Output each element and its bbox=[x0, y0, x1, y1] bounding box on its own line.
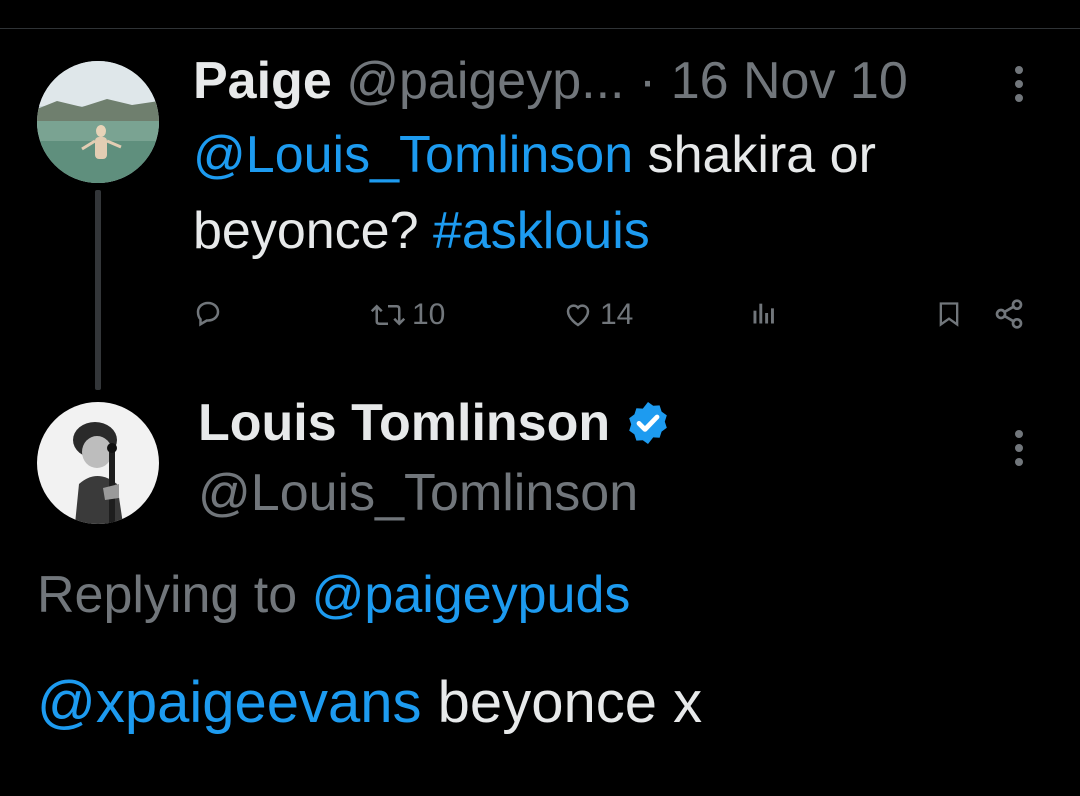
paige-avatar[interactable] bbox=[37, 61, 159, 183]
retweet-button[interactable]: 10 bbox=[370, 298, 445, 332]
mention-link[interactable]: @Louis_Tomlinson bbox=[193, 126, 633, 184]
display-name[interactable]: Louis Tomlinson bbox=[198, 392, 610, 454]
like-count: 14 bbox=[600, 298, 634, 331]
thread-connector-line bbox=[95, 190, 101, 390]
more-options-icon[interactable] bbox=[1013, 66, 1025, 102]
views-icon bbox=[753, 303, 774, 324]
verified-badge-icon bbox=[629, 402, 667, 444]
share-button[interactable] bbox=[993, 298, 1025, 330]
more-options-icon[interactable] bbox=[1013, 430, 1025, 466]
tweet-header: Paige @paigeyp... · 16 Nov 10 bbox=[193, 50, 908, 112]
reply-author-row: Louis Tomlinson bbox=[198, 392, 672, 454]
bookmark-button[interactable] bbox=[935, 298, 963, 330]
tweet-text-line2: beyonce? #asklouis bbox=[193, 200, 650, 262]
tweet-text-line1: @Louis_Tomlinson shakira or bbox=[193, 124, 876, 186]
reply-button[interactable] bbox=[193, 298, 223, 328]
retweet-count: 10 bbox=[412, 298, 446, 331]
replying-to-label: Replying to bbox=[37, 566, 312, 624]
heart-icon bbox=[566, 304, 590, 327]
reply-text: @xpaigeevans beyonce x bbox=[37, 670, 702, 736]
reply-body: beyonce x bbox=[421, 670, 703, 735]
handle[interactable]: @paigeyp... bbox=[346, 52, 624, 110]
bookmark-icon bbox=[939, 302, 959, 327]
hashtag-link[interactable]: #asklouis bbox=[433, 202, 650, 260]
louis-avatar[interactable] bbox=[37, 402, 159, 524]
reply-icon bbox=[196, 301, 220, 327]
retweet-icon bbox=[370, 304, 406, 326]
views-button[interactable] bbox=[750, 298, 778, 328]
reply-handle[interactable]: @Louis_Tomlinson bbox=[198, 462, 638, 524]
separator: · bbox=[638, 52, 657, 110]
tweet-text: beyonce? bbox=[193, 202, 433, 260]
replying-to-link[interactable]: @paigeypuds bbox=[312, 566, 631, 624]
tweet-date[interactable]: 16 Nov 10 bbox=[671, 52, 908, 110]
like-button[interactable]: 14 bbox=[562, 298, 633, 332]
replying-to-line: Replying to @paigeypuds bbox=[37, 564, 630, 626]
mention-link[interactable]: @xpaigeevans bbox=[37, 670, 422, 735]
tweet-text: shakira or bbox=[633, 126, 876, 184]
top-divider bbox=[0, 28, 1080, 29]
display-name[interactable]: Paige bbox=[193, 52, 332, 110]
share-icon bbox=[995, 299, 1023, 329]
